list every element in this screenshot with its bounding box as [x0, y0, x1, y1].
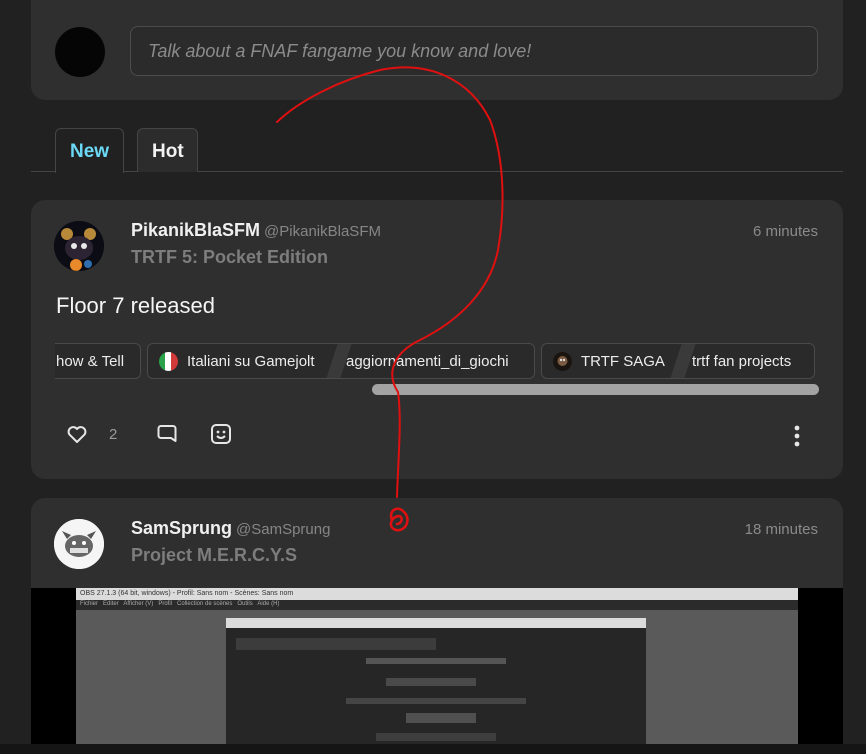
like-icon[interactable]	[65, 422, 89, 451]
author-name[interactable]: PikanikBlaSFM @PikanikBlaSFM	[131, 220, 381, 241]
post-media-image[interactable]: OBS 27.1.3 (64 bit, windows) - Profil: S…	[31, 588, 843, 754]
post-time[interactable]: 18 minutes	[745, 521, 818, 538]
author-avatar[interactable]	[54, 519, 104, 569]
sticker-icon[interactable]	[209, 422, 233, 451]
tab-hot[interactable]: Hot	[137, 128, 198, 172]
game-link[interactable]: Project M.E.R.C.Y.S	[131, 545, 297, 566]
tab-new[interactable]: New	[55, 128, 124, 173]
community-label: Italiani su Gamejolt	[187, 353, 315, 370]
trtf-saga-icon	[553, 352, 572, 371]
composer-input[interactable]: Talk about a FNAF fangame you know and l…	[130, 26, 818, 76]
community-chip[interactable]: how & Tell	[55, 343, 141, 379]
more-options-icon[interactable]	[794, 424, 800, 453]
author-handle[interactable]: @PikanikBlaSFM	[264, 223, 381, 240]
community-chip[interactable]: Italiani su Gamejolt aggiornamenti_di_gi…	[147, 343, 535, 379]
obs-menu: Fichier Editer Afficher (V) Profil Colle…	[76, 600, 798, 610]
post-text: Floor 7 released	[56, 293, 215, 318]
like-count: 2	[109, 426, 118, 443]
feed-post: PikanikBlaSFM @PikanikBlaSFM TRTF 5: Pock…	[31, 200, 843, 479]
post-time[interactable]: 6 minutes	[753, 223, 818, 240]
author-avatar[interactable]	[54, 221, 104, 271]
community-chip[interactable]: TRTF SAGA trtf fan projects	[541, 343, 815, 379]
post-composer: Talk about a FNAF fangame you know and l…	[31, 0, 843, 100]
community-chips: how & Tell Italiani su Gamejolt aggiorna…	[55, 343, 819, 380]
author-name[interactable]: SamSprung @SamSprung	[131, 518, 330, 539]
community-label: TRTF SAGA	[581, 353, 665, 370]
obs-preview	[226, 618, 646, 754]
feed-post: SamSprung @SamSprung Project M.E.R.C.Y.S …	[31, 498, 843, 754]
comment-icon[interactable]	[155, 422, 179, 451]
game-link[interactable]: TRTF 5: Pocket Edition	[131, 247, 328, 268]
obs-title: OBS 27.1.3 (64 bit, windows) - Profil: S…	[76, 588, 798, 600]
channel-label: aggiornamenti_di_giochi	[346, 353, 509, 370]
community-label: how & Tell	[56, 353, 125, 370]
author-handle[interactable]: @SamSprung	[236, 521, 330, 538]
user-avatar[interactable]	[55, 27, 105, 77]
bottom-edge	[0, 744, 866, 754]
channel-label: trtf fan projects	[692, 353, 792, 370]
obs-window: OBS 27.1.3 (64 bit, windows) - Profil: S…	[76, 588, 798, 754]
chips-scrollbar[interactable]	[372, 384, 819, 395]
italy-flag-icon	[159, 352, 178, 371]
